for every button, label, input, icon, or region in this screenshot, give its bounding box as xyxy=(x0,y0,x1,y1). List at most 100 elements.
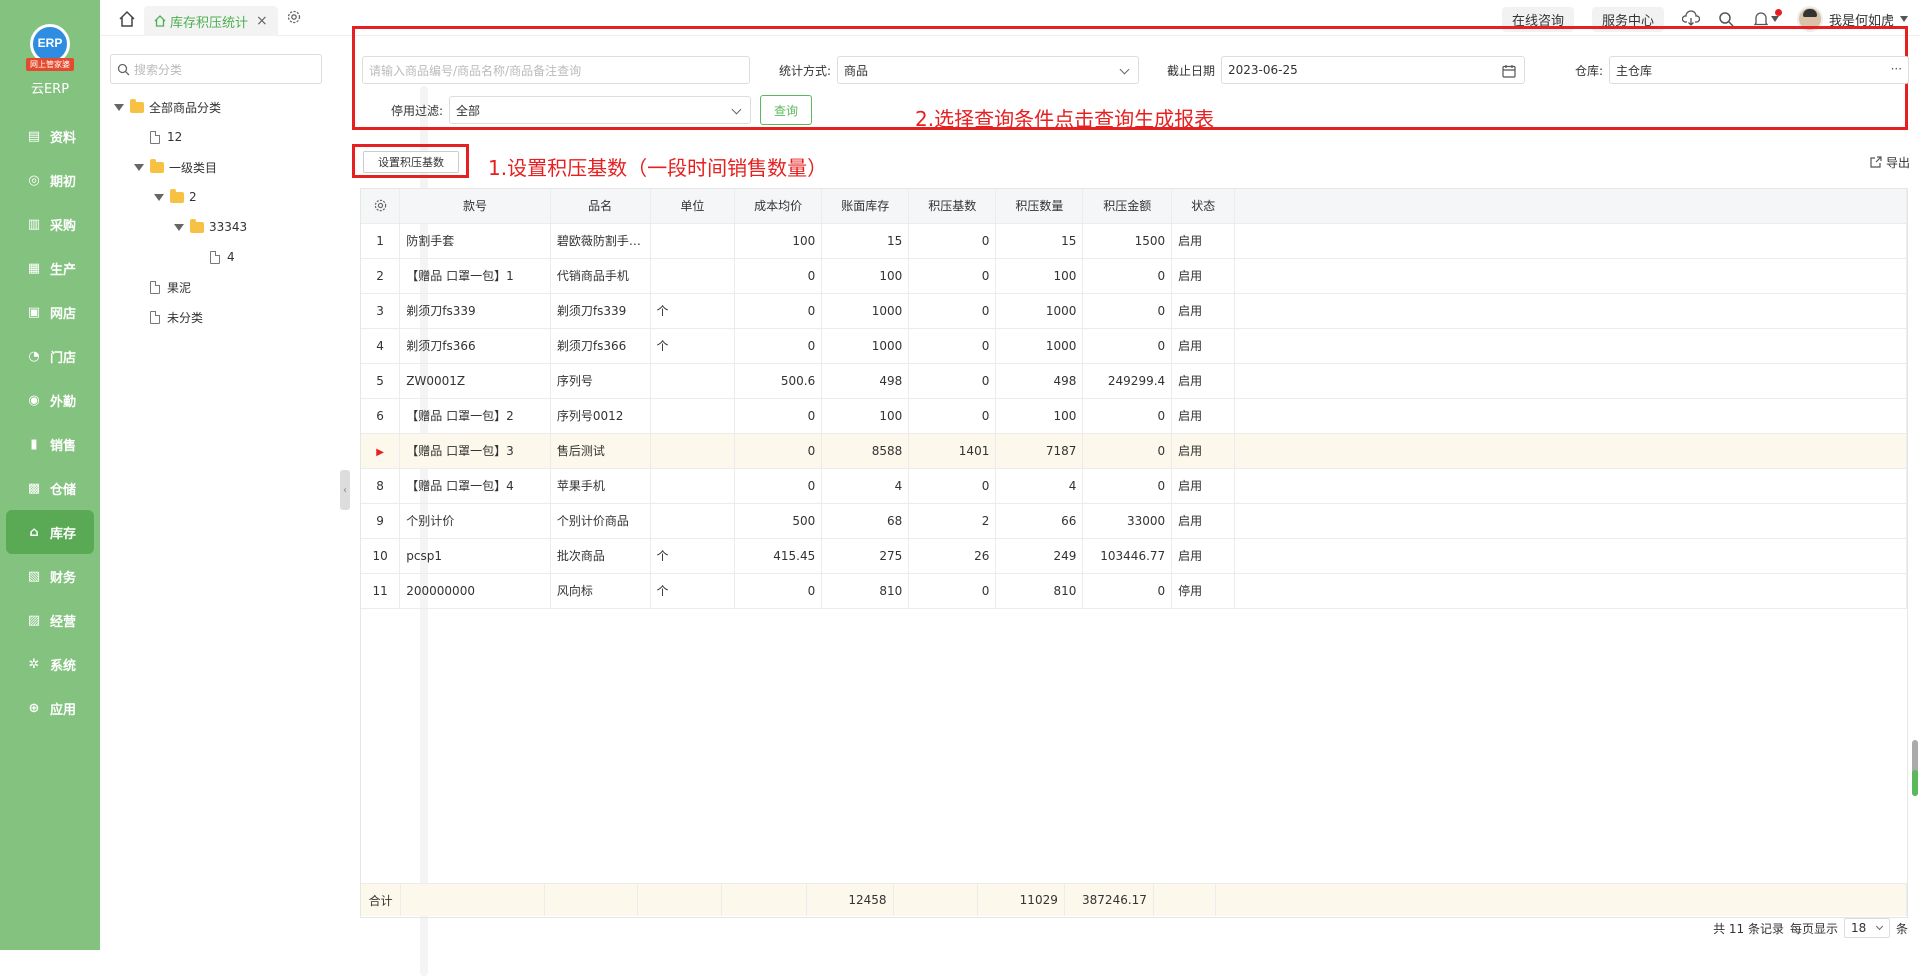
table-row[interactable]: 10 pcsp1 批次商品个 415.45 275 26 249 103446.77 启用 xyxy=(361,538,1907,574)
chevron-down-icon xyxy=(1119,64,1130,75)
store-icon: ▣ xyxy=(27,304,41,320)
header-unit[interactable]: 单位 xyxy=(650,189,736,224)
stat-mode-select[interactable]: 商品 xyxy=(837,56,1140,84)
sidebar-item-13[interactable]: ⊕ 应用 xyxy=(0,686,100,730)
cell-status: 停用 xyxy=(1171,573,1236,609)
sidebar-item-10[interactable]: ▧ 财务 xyxy=(0,554,100,598)
end-date-input[interactable]: 2023-06-25 xyxy=(1221,56,1526,84)
sidebar-item-0[interactable]: ▤ 资料 xyxy=(0,114,100,158)
sidebar-item-label: 库存 xyxy=(50,526,77,542)
table-row[interactable]: 4 剃须刀fs366 剃须刀fs366 个 0 1000 0 1000 0 启用 xyxy=(361,328,1907,364)
header-status[interactable]: 状态 xyxy=(1171,189,1236,224)
close-icon[interactable]: × xyxy=(256,13,268,29)
disabled-filter-select[interactable]: 全部 xyxy=(449,96,752,124)
cell-code: pcsp1 xyxy=(399,538,551,574)
folder-icon: ▤ xyxy=(27,128,41,144)
header-base[interactable]: 积压基数 xyxy=(908,189,997,224)
annotation-step1: 1.设置积压基数（一段时间销售数量） xyxy=(488,156,828,180)
panel-collapse-handle[interactable]: ‹ xyxy=(340,470,350,510)
column-settings-button[interactable] xyxy=(361,189,401,224)
folder-icon xyxy=(190,218,204,233)
cell-name: 剃须刀fs339 xyxy=(550,293,651,329)
sidebar-item-3[interactable]: ▦ 生产 xyxy=(0,246,100,290)
table-row[interactable]: ▶ 【赠品 口罩一包】3 售后测试 0 8588 1401 7187 0 启用 xyxy=(361,433,1907,469)
table-row[interactable]: 9 个别计价 个别计价商品 500 68 2 66 33000 启用 xyxy=(361,503,1907,539)
cell-cost: 0 xyxy=(734,293,823,329)
warehouse-select[interactable]: 主仓库 ··· xyxy=(1609,56,1910,84)
cell-amount: 0 xyxy=(1082,328,1173,364)
set-backlog-base-button[interactable]: 设置积压基数 xyxy=(363,151,459,173)
cell-unit: 个 xyxy=(650,328,736,364)
query-button[interactable]: 查询 xyxy=(760,95,812,125)
sidebar-item-4[interactable]: ▣ 网店 xyxy=(0,290,100,334)
tree-node[interactable]: 2 xyxy=(114,182,247,212)
sidebar-item-label: 仓储 xyxy=(50,482,77,498)
header-cost[interactable]: 成本均价 xyxy=(734,189,823,224)
table-row[interactable]: 11 200000000 风向标个 0 810 0 810 0 停用 xyxy=(361,573,1907,609)
row-index: 5 xyxy=(361,363,401,399)
table-scrollbar-thumb[interactable] xyxy=(1912,770,1918,796)
chevron-down-icon xyxy=(731,104,742,115)
export-button[interactable]: 导出 xyxy=(1869,154,1910,171)
tree-node[interactable]: 一级类目 xyxy=(114,152,247,182)
sidebar-item-2[interactable]: ▥ 采购 xyxy=(0,202,100,246)
category-search-input[interactable]: 搜索分类 xyxy=(110,54,322,84)
keyword-search-input[interactable]: 请输入商品编号/商品名称/商品备注查询 xyxy=(362,56,750,84)
search-icon[interactable] xyxy=(1718,11,1735,28)
home-icon[interactable] xyxy=(118,10,136,28)
gear-icon[interactable] xyxy=(286,9,302,25)
sidebar-item-12[interactable]: ✲ 系统 xyxy=(0,642,100,686)
sidebar-item-label: 期初 xyxy=(50,174,77,190)
app-logo[interactable]: ERP 网上管家婆 xyxy=(26,24,74,72)
sidebar-item-9[interactable]: ⌂ 库存 xyxy=(6,510,94,554)
caret-down-icon[interactable] xyxy=(114,103,124,111)
table-row[interactable]: 3 剃须刀fs339 剃须刀fs339 个 0 1000 0 1000 0 启用 xyxy=(361,293,1907,329)
caret-down-icon[interactable] xyxy=(154,193,164,201)
caret-down-icon[interactable] xyxy=(174,223,184,231)
table-row[interactable]: 6 【赠品 口罩一包】2 序列号0012 0 100 0 100 0 启用 xyxy=(361,398,1907,434)
sidebar-item-11[interactable]: ▨ 经营 xyxy=(0,598,100,642)
summary-empty xyxy=(544,884,639,916)
calendar-icon[interactable] xyxy=(1502,64,1516,78)
cell-cost: 0 xyxy=(734,573,823,609)
cell-filler xyxy=(1234,503,1907,539)
header-code[interactable]: 款号 xyxy=(399,189,551,224)
per-page-select[interactable]: 18 xyxy=(1843,918,1890,938)
sidebar-item-6[interactable]: ◉ 外勤 xyxy=(0,378,100,422)
more-icon[interactable]: ··· xyxy=(1891,62,1902,76)
warehouse-value: 主仓库 xyxy=(1616,63,1653,78)
sidebar-item-8[interactable]: ▩ 仓储 xyxy=(0,466,100,510)
home-icon: ⌂ xyxy=(29,524,39,540)
sidebar-item-7[interactable]: ▮ 销售 xyxy=(0,422,100,466)
table-row[interactable]: 8 【赠品 口罩一包】4 苹果手机 0 4 0 4 0 启用 xyxy=(361,468,1907,504)
notifications-button[interactable] xyxy=(1753,8,1782,28)
sidebar-item-5[interactable]: ◔ 门店 xyxy=(0,334,100,378)
cell-stock: 1000 xyxy=(821,293,910,329)
summary-empty xyxy=(1215,884,1908,916)
cell-qty: 498 xyxy=(995,363,1084,399)
tree-node[interactable]: 4 xyxy=(114,242,247,272)
caret-down-icon[interactable] xyxy=(134,163,144,171)
chevron-down-icon xyxy=(1875,922,1884,931)
tab-inventory-backlog[interactable]: 库存积压统计 × xyxy=(144,6,278,36)
sidebar-item-label: 采购 xyxy=(50,218,77,234)
header-filler xyxy=(1234,189,1907,224)
table-row[interactable]: 5 ZW0001Z 序列号 500.6 498 0 498 249299.4 启用 xyxy=(361,363,1907,399)
tree-node[interactable]: 33343 xyxy=(114,212,247,242)
tree-node[interactable]: 全部商品分类 xyxy=(114,92,247,122)
tree-node[interactable]: 未分类 xyxy=(114,302,247,332)
folder-icon xyxy=(150,158,164,173)
header-qty[interactable]: 积压数量 xyxy=(995,189,1084,224)
sidebar-item-1[interactable]: ◎ 期初 xyxy=(0,158,100,202)
table-row[interactable]: 2 【赠品 口罩一包】1 代销商品手机 0 100 0 100 0 启用 xyxy=(361,258,1907,294)
per-page-unit: 条 xyxy=(1895,921,1908,936)
tree-node-label: 4 xyxy=(227,250,235,264)
header-amount[interactable]: 积压金额 xyxy=(1082,189,1173,224)
header-stock[interactable]: 账面库存 xyxy=(821,189,910,224)
tree-node[interactable]: 果泥 xyxy=(114,272,247,302)
cell-qty: 1000 xyxy=(995,328,1084,364)
cell-stock: 100 xyxy=(821,258,910,294)
tree-node[interactable]: 12 xyxy=(114,122,247,152)
header-name[interactable]: 品名 xyxy=(550,189,651,224)
table-row[interactable]: 1 防割手套 碧欧薇防割手… 100 15 0 15 1500 启用 xyxy=(361,223,1907,259)
